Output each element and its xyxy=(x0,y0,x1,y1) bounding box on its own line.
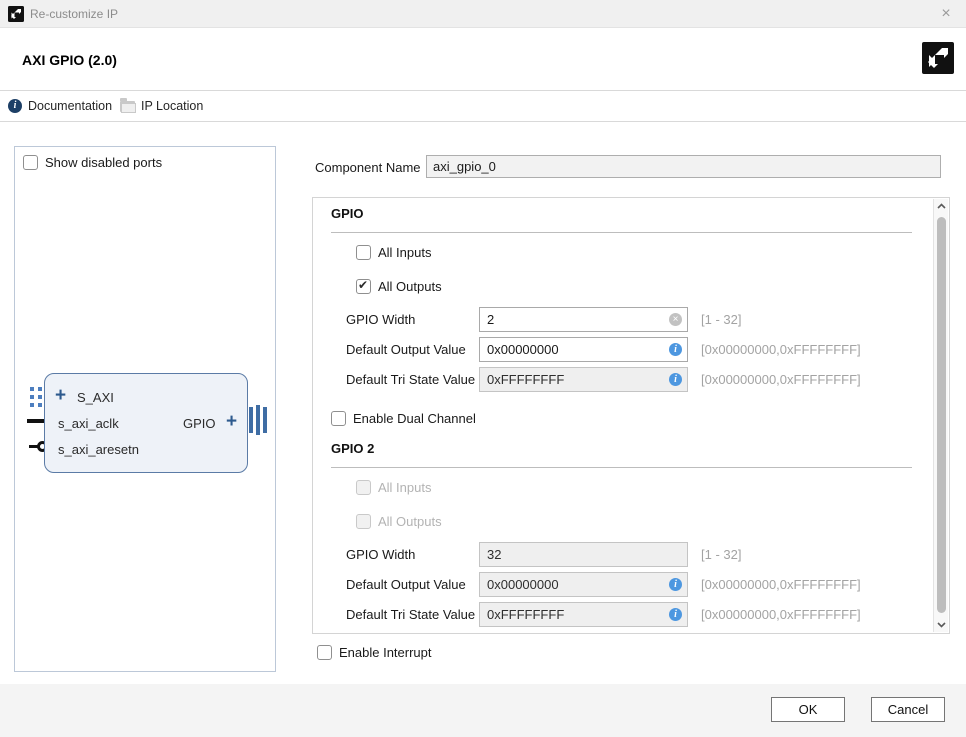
info-icon[interactable]: i xyxy=(669,578,682,591)
gpio-width-label: GPIO Width xyxy=(346,312,415,327)
clock-stub-icon xyxy=(27,419,45,423)
gpio2-default-tristate-row: Default Tri State Value i [0x00000000,0x… xyxy=(313,602,913,627)
s-axi-port-label: S_AXI xyxy=(77,390,114,405)
s-axi-expand-plus-icon[interactable]: + xyxy=(55,388,66,404)
gpio2-section-rule xyxy=(331,467,912,468)
gpio2-all-inputs-row: ✔ All Inputs xyxy=(356,480,431,495)
gpio-width-hint: [1 - 32] xyxy=(701,312,741,327)
gpio-all-outputs-label: All Outputs xyxy=(378,279,442,294)
default-tristate-hint: [0x00000000,0xFFFFFFFF] xyxy=(701,372,861,387)
component-name-input[interactable] xyxy=(426,155,941,178)
enable-dual-channel-row: ✔ Enable Dual Channel xyxy=(331,411,476,426)
show-disabled-ports-checkbox[interactable]: ✔ xyxy=(23,155,38,170)
gpio-all-outputs-checkbox[interactable]: ✔ xyxy=(356,279,371,294)
recustomize-ip-dialog: Re-customize IP × AXI GPIO (2.0) i Docum… xyxy=(0,0,966,737)
gpio2-width-row: GPIO Width [1 - 32] xyxy=(313,542,913,567)
default-output-input[interactable] xyxy=(479,337,688,362)
interface-port-dots-icon xyxy=(30,387,43,407)
gpio2-default-output-input xyxy=(479,572,688,597)
documentation-button[interactable]: i Documentation xyxy=(8,91,112,121)
default-output-row: Default Output Value i [0x00000000,0xFFF… xyxy=(313,337,913,362)
gpio-section-rule xyxy=(331,232,912,233)
gpio-width-input[interactable] xyxy=(479,307,688,332)
default-tristate-label: Default Tri State Value xyxy=(346,372,475,387)
gpio2-section-title: GPIO 2 xyxy=(331,441,374,456)
ip-location-label: IP Location xyxy=(141,99,203,113)
gpio2-default-tristate-input xyxy=(479,602,688,627)
ok-button[interactable]: OK xyxy=(771,697,845,722)
info-icon[interactable]: i xyxy=(669,608,682,621)
info-icon[interactable]: i xyxy=(669,343,682,356)
close-icon[interactable]: × xyxy=(936,4,956,24)
page-title: AXI GPIO (2.0) xyxy=(22,52,117,68)
xilinx-logo xyxy=(922,42,954,74)
gpio-section-title: GPIO xyxy=(331,206,364,221)
block-preview-panel: ✔ Show disabled ports + S xyxy=(14,146,276,672)
default-tristate-row: Default Tri State Value i [0x00000000,0x… xyxy=(313,367,913,392)
gpio2-all-inputs-checkbox: ✔ xyxy=(356,480,371,495)
documentation-info-icon: i xyxy=(8,99,22,113)
reset-port-label: s_axi_aresetn xyxy=(58,442,139,457)
all-outputs-row: ✔ All Outputs xyxy=(356,279,442,294)
check-icon: ✔ xyxy=(358,278,368,292)
gpio2-width-label: GPIO Width xyxy=(346,547,415,562)
gpio2-default-output-hint: [0x00000000,0xFFFFFFFF] xyxy=(701,577,861,592)
gpio-all-inputs-label: All Inputs xyxy=(378,245,431,260)
window-title: Re-customize IP xyxy=(30,7,118,21)
gpio-expand-plus-icon[interactable]: + xyxy=(226,414,237,430)
enable-interrupt-row: ✔ Enable Interrupt xyxy=(317,645,432,660)
folder-icon xyxy=(120,101,135,112)
component-name-label: Component Name xyxy=(315,160,421,175)
info-icon[interactable]: i xyxy=(669,373,682,386)
gpio2-default-output-row: Default Output Value i [0x00000000,0xFFF… xyxy=(313,572,913,597)
documentation-label: Documentation xyxy=(28,99,112,113)
show-disabled-ports-label: Show disabled ports xyxy=(45,155,162,170)
xilinx-logo-icon xyxy=(8,6,24,22)
gpio2-all-inputs-label: All Inputs xyxy=(378,480,431,495)
enable-interrupt-checkbox[interactable]: ✔ xyxy=(317,645,332,660)
enable-interrupt-label: Enable Interrupt xyxy=(339,645,432,660)
ip-block[interactable]: + S_AXI s_axi_aclk s_axi_aresetn GPIO + xyxy=(44,373,248,473)
main-content: ✔ Show disabled ports + S xyxy=(0,122,966,684)
gpio2-width-hint: [1 - 32] xyxy=(701,547,741,562)
clock-port-label: s_axi_aclk xyxy=(58,416,119,431)
gpio-interface-label: GPIO xyxy=(183,416,216,431)
enable-dual-channel-label: Enable Dual Channel xyxy=(353,411,476,426)
gpio-all-inputs-checkbox[interactable]: ✔ xyxy=(356,245,371,260)
vertical-scrollbar[interactable] xyxy=(933,199,948,632)
gpio2-all-outputs-label: All Outputs xyxy=(378,514,442,529)
default-tristate-input xyxy=(479,367,688,392)
ip-location-button[interactable]: IP Location xyxy=(120,91,203,121)
clear-icon[interactable]: × xyxy=(669,313,682,326)
dialog-footer: OK Cancel xyxy=(0,684,966,737)
scroll-down-icon[interactable] xyxy=(934,617,949,632)
gpio2-all-outputs-checkbox: ✔ xyxy=(356,514,371,529)
gpio2-default-output-label: Default Output Value xyxy=(346,577,466,592)
default-output-label: Default Output Value xyxy=(346,342,466,357)
scrollbar-thumb[interactable] xyxy=(937,217,946,613)
enable-dual-channel-checkbox[interactable]: ✔ xyxy=(331,411,346,426)
gpio-width-row: GPIO Width × [1 - 32] xyxy=(313,307,913,332)
gpio2-all-outputs-row: ✔ All Outputs xyxy=(356,514,442,529)
toolbar: i Documentation IP Location xyxy=(0,90,966,122)
cancel-button[interactable]: Cancel xyxy=(871,697,945,722)
show-disabled-ports-row: ✔ Show disabled ports xyxy=(23,155,162,170)
gpio2-default-tristate-hint: [0x00000000,0xFFFFFFFF] xyxy=(701,607,861,622)
dialog-header: AXI GPIO (2.0) xyxy=(0,29,966,90)
gpio2-width-input xyxy=(479,542,688,567)
default-output-hint: [0x00000000,0xFFFFFFFF] xyxy=(701,342,861,357)
gpio2-default-tristate-label: Default Tri State Value xyxy=(346,607,475,622)
all-inputs-row: ✔ All Inputs xyxy=(356,245,431,260)
title-bar: Re-customize IP × xyxy=(0,0,966,28)
scroll-up-icon[interactable] xyxy=(934,199,949,214)
config-groupbox: GPIO ✔ All Inputs ✔ All Outputs GPIO Wid… xyxy=(312,197,950,634)
gpio-interface-bars-icon xyxy=(249,405,268,435)
